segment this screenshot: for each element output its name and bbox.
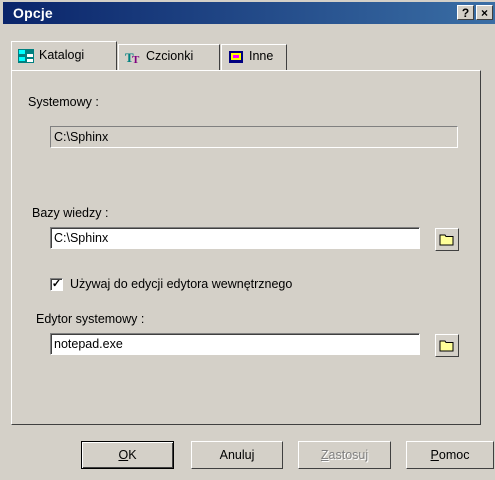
bazy-wiedzy-browse-button[interactable]: [435, 228, 459, 251]
systemowy-field: C:\Sphinx: [50, 126, 458, 148]
edytor-browse-button[interactable]: [435, 334, 459, 357]
ok-label-rest: K: [128, 448, 137, 462]
tab-czcionki-label: Czcionki: [146, 49, 194, 63]
tab-inne-label: Inne: [249, 49, 274, 63]
bazy-wiedzy-input[interactable]: C:\Sphinx: [50, 227, 420, 249]
svg-text:T: T: [132, 54, 140, 64]
pomoc-label-rest: omoc: [438, 448, 470, 462]
close-button[interactable]: ×: [476, 5, 493, 20]
tab-inne[interactable]: Inne: [221, 44, 287, 70]
pomoc-hotkey: P: [430, 448, 439, 462]
edytor-systemowy-label: Edytor systemowy :: [36, 312, 145, 326]
zastosuj-button: Zastosuj: [298, 441, 391, 469]
title-bar[interactable]: Opcje ? ×: [3, 2, 495, 24]
zastosuj-hotkey: Z: [320, 448, 329, 462]
anuluj-button[interactable]: Anuluj: [191, 441, 283, 469]
ok-hotkey: O: [118, 448, 129, 462]
tab-panel-katalogi: Systemowy : C:\Sphinx Bazy wiedzy : C:\S…: [11, 70, 481, 425]
other-icon: [229, 50, 243, 63]
systemowy-label: Systemowy :: [28, 95, 99, 109]
folder-icon: [439, 340, 454, 352]
bazy-wiedzy-label: Bazy wiedzy :: [32, 206, 109, 220]
help-button[interactable]: ?: [457, 5, 474, 20]
folders-icon: [18, 48, 34, 63]
window-title: Opcje: [13, 5, 53, 21]
font-icon: T T: [125, 50, 140, 64]
options-dialog: Opcje ? × Katalogi T T Czcionki Inne Sys…: [0, 0, 495, 480]
use-internal-editor-checkbox[interactable]: ✓: [50, 278, 63, 291]
pomoc-button[interactable]: Pomoc: [406, 441, 494, 469]
tab-czcionki[interactable]: T T Czcionki: [118, 44, 220, 70]
edytor-systemowy-input[interactable]: notepad.exe: [50, 333, 420, 355]
folder-icon: [439, 234, 454, 246]
zastosuj-label-rest: astosuj: [328, 448, 369, 462]
tab-katalogi[interactable]: Katalogi: [11, 41, 117, 70]
use-internal-editor-label[interactable]: Używaj do edycji edytora wewnętrznego: [70, 277, 292, 291]
tab-katalogi-label: Katalogi: [39, 48, 85, 62]
ok-button[interactable]: OK: [81, 441, 174, 469]
